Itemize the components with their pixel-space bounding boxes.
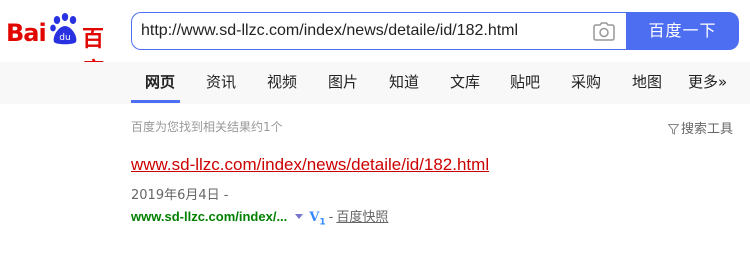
tab-web[interactable]: 网页 xyxy=(145,71,175,92)
result-url-line: www.sd-llzc.com/index/... V1- 百度快照 xyxy=(131,206,388,228)
baidu-logo[interactable]: Bai du 百度 xyxy=(6,6,122,84)
result-date: 2019年6月4日 - xyxy=(131,188,229,203)
search-input[interactable]: http://www.sd-llzc.com/index/news/detail… xyxy=(141,13,581,49)
active-tab-indicator xyxy=(131,100,180,103)
tab-tieba[interactable]: 贴吧 xyxy=(510,71,540,92)
header: Bai du 百度 http://www.sd-llzc.com/index/n… xyxy=(0,0,750,84)
v-badge-level: 1 xyxy=(319,217,326,228)
v-badge[interactable]: V1 xyxy=(309,210,326,228)
tab-wenku[interactable]: 文库 xyxy=(450,71,480,92)
url-dropdown-arrow-icon[interactable] xyxy=(295,214,304,219)
result-title-link[interactable]: www.sd-llzc.com/index/news/detaile/id/18… xyxy=(131,155,489,175)
tab-more[interactable]: 更多» xyxy=(688,71,727,92)
tab-video[interactable]: 视频 xyxy=(267,71,297,92)
logo-paw-text: du xyxy=(59,33,70,43)
search-tools-button[interactable]: 搜索工具 xyxy=(667,118,734,137)
nav-tabs: 网页 资讯 视频 图片 知道 文库 贴吧 采购 地图 更多» xyxy=(0,62,750,104)
snapshot-link[interactable]: 百度快照 xyxy=(336,210,388,225)
tab-zhidao[interactable]: 知道 xyxy=(389,71,419,92)
baidu-paw-icon: du xyxy=(50,13,77,45)
logo-text-bai: Bai xyxy=(6,19,47,47)
search-box[interactable]: http://www.sd-llzc.com/index/news/detail… xyxy=(131,12,627,50)
camera-icon[interactable] xyxy=(593,22,615,41)
tab-map[interactable]: 地图 xyxy=(632,71,662,92)
filter-icon xyxy=(667,124,680,135)
v-badge-letter: V xyxy=(309,210,320,225)
result-count: 百度为您找到相关结果约1个 xyxy=(131,120,283,134)
tab-news[interactable]: 资讯 xyxy=(206,71,236,92)
separator: - xyxy=(328,210,334,225)
search-button[interactable]: 百度一下 xyxy=(626,12,739,50)
result-url[interactable]: www.sd-llzc.com/index/... xyxy=(131,209,287,224)
tab-images[interactable]: 图片 xyxy=(328,71,358,92)
search-tools-label: 搜索工具 xyxy=(681,122,734,137)
tab-purchase[interactable]: 采购 xyxy=(571,71,601,92)
